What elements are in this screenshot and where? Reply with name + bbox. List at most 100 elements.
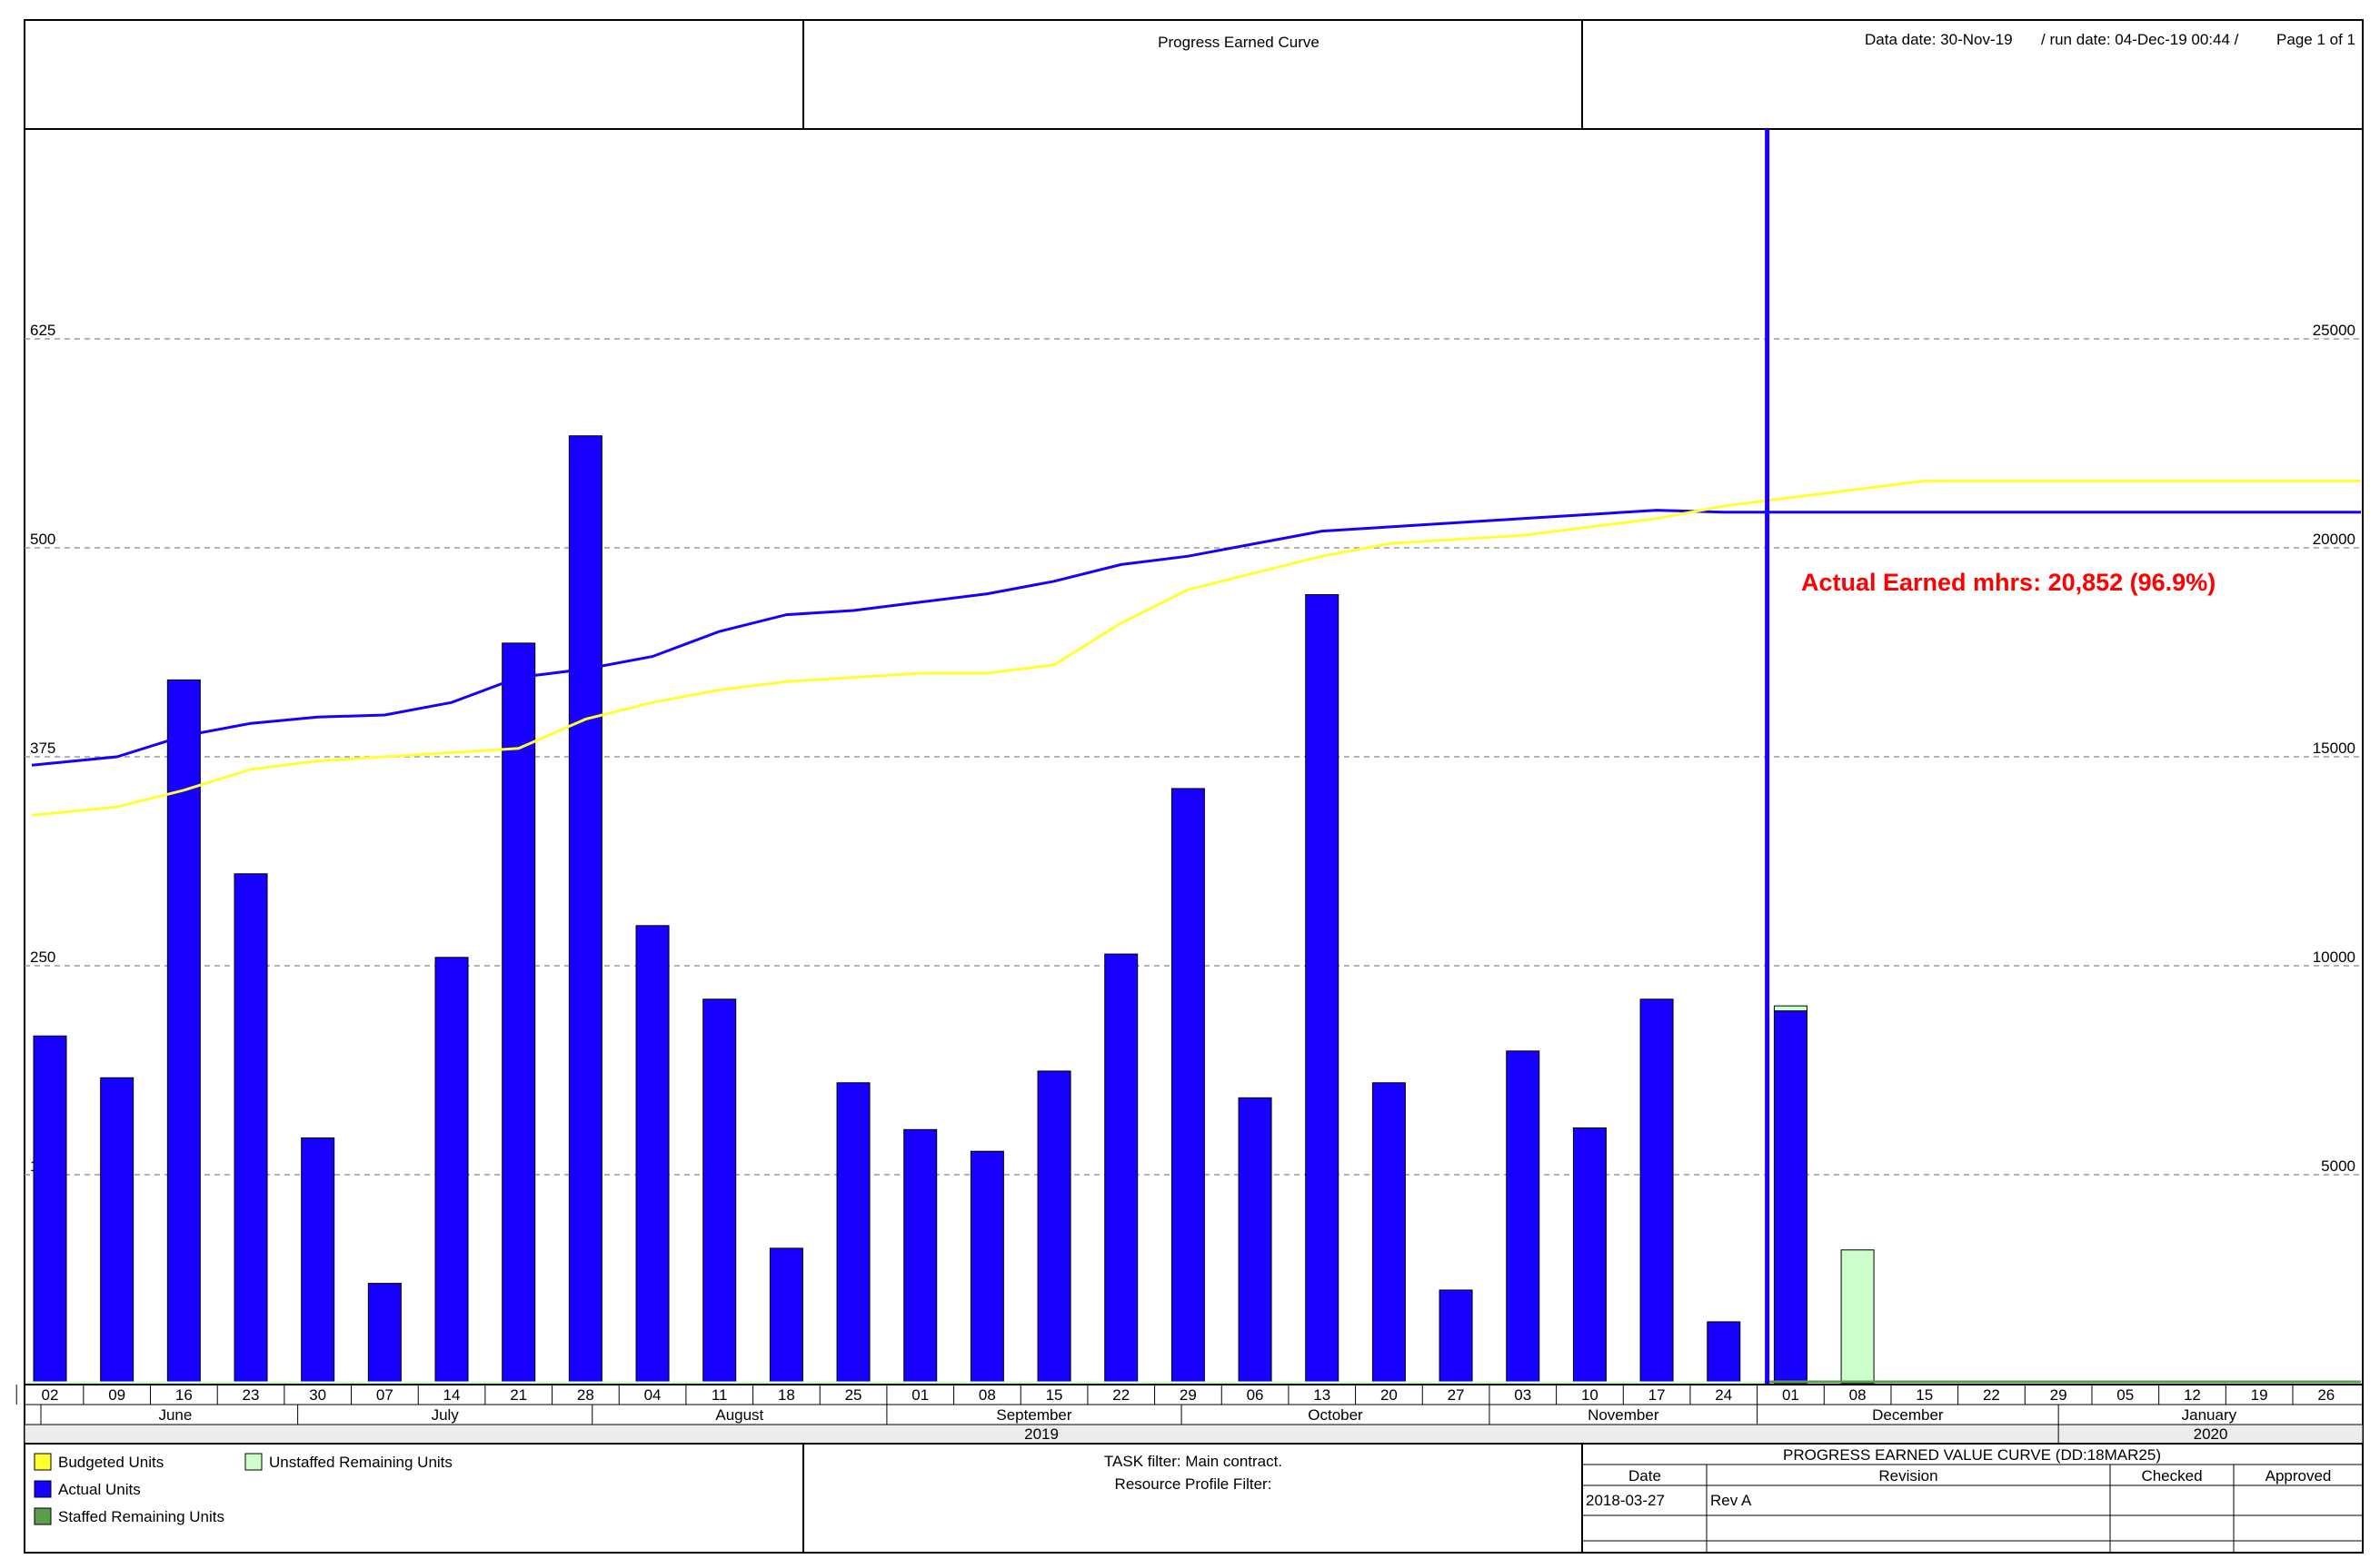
unstaffed-remaining-bar [1773, 1005, 1807, 1012]
week-label: 29 [1180, 1386, 1197, 1404]
header-title: Progress Earned Curve [1158, 34, 1319, 51]
week-label: 19 [2251, 1386, 2268, 1404]
legend-swatch-budgeted [34, 1453, 52, 1471]
actual-units-bar [367, 1283, 402, 1385]
actual-units-bar [33, 1035, 67, 1385]
actual-units-bar [1104, 953, 1139, 1385]
left-tick-label: 500 [30, 531, 55, 548]
actual-units-bar [568, 435, 602, 1385]
col-header-approved: Approved [2265, 1467, 2332, 1485]
progress-earned-curve-sheet: Progress Earned Curve Data date: 30-Nov-… [15, 19, 2364, 1554]
col-header-date: Date [1628, 1467, 1661, 1485]
right-tick-label: 15000 [2313, 740, 2355, 757]
week-label: 16 [175, 1386, 193, 1404]
resource-filter-text: Resource Profile Filter: [1115, 1475, 1272, 1493]
left-tick-label: 375 [30, 740, 55, 757]
week-label: 06 [1247, 1386, 1264, 1404]
week-label: 29 [2050, 1386, 2067, 1404]
week-label: 12 [2184, 1386, 2201, 1404]
actual-units-bar [702, 998, 737, 1385]
month-label: November [1588, 1406, 1659, 1424]
week-label: 10 [1581, 1386, 1598, 1404]
year-row [24, 1424, 2364, 1445]
week-label: 15 [1046, 1386, 1063, 1404]
actual-units-bar [1506, 1050, 1540, 1385]
actual-units-bar [1305, 594, 1339, 1385]
actual-units-bar [1439, 1289, 1473, 1385]
actual-units-bar [234, 873, 268, 1385]
year-label: 2019 [1024, 1425, 1059, 1443]
year-label: 2020 [2194, 1425, 2228, 1443]
actual-earned-annotation: Actual Earned mhrs: 20,852 (96.9%) [1801, 569, 2216, 596]
right-tick-label: 5000 [2321, 1157, 2355, 1175]
header-page-number: Page 1 of 1 [2276, 31, 2355, 48]
week-label: 11 [712, 1386, 728, 1404]
actual-units-bar [1371, 1082, 1406, 1385]
actual-units-bar [1170, 788, 1205, 1385]
row-date: 2018-03-27 [1586, 1492, 1665, 1509]
actual-units-bar [903, 1128, 938, 1385]
actual-units-bar [1639, 998, 1674, 1385]
actual-units-bar [1707, 1321, 1741, 1385]
left-tick-label: 625 [30, 322, 55, 339]
actual-units-bar [769, 1247, 803, 1385]
week-label: 09 [108, 1386, 125, 1404]
week-label: 28 [577, 1386, 594, 1404]
actual-units-bar [1238, 1097, 1272, 1385]
right-tick-label: 10000 [2313, 948, 2355, 966]
actual-units-bar [970, 1150, 1004, 1385]
header-data-date: Data date: 30-Nov-19 [1865, 31, 2013, 48]
week-label: 03 [1514, 1386, 1531, 1404]
week-label: 22 [1112, 1386, 1130, 1404]
col-header-checked: Checked [2141, 1467, 2202, 1485]
week-label: 26 [2317, 1386, 2335, 1404]
week-label: 05 [2116, 1386, 2134, 1404]
unstaffed-remaining-bar [1840, 1249, 1875, 1385]
legend-label-actual: Actual Units [58, 1481, 141, 1498]
week-label: 15 [1916, 1386, 1933, 1404]
timeline-band: 02 09 16 23 30 07 14 21 28 04 11 18 25 01 08 15 22 29 06 13… [15, 1384, 2364, 1445]
right-tick-label: 25000 [2313, 322, 2355, 339]
week-label: 20 [1380, 1386, 1398, 1404]
revision-block-title: PROGRESS EARNED VALUE CURVE (DD:18MAR25) [1783, 1446, 2161, 1464]
actual-units-bar [301, 1137, 335, 1385]
week-label: 25 [845, 1386, 862, 1404]
actual-units-bar [1572, 1127, 1607, 1385]
legend-swatch-unstaffed [244, 1453, 263, 1471]
right-tick-label: 20000 [2313, 531, 2355, 548]
month-label: December [1872, 1406, 1944, 1424]
week-label: 01 [911, 1386, 929, 1404]
week-label: 13 [1313, 1386, 1330, 1404]
week-label: 23 [243, 1386, 260, 1404]
legend-swatch-staffed [34, 1507, 52, 1525]
actual-units-bar [1773, 1010, 1807, 1385]
actual-units-bar [502, 642, 536, 1385]
actual-units-bar [100, 1077, 134, 1385]
legend-label-unstaffed: Unstaffed Remaining Units [269, 1454, 453, 1471]
week-label: 04 [644, 1386, 662, 1404]
remaining-baseline [26, 1380, 2361, 1385]
week-label: 01 [1782, 1386, 1799, 1404]
week-label: 17 [1648, 1386, 1666, 1404]
header-block: Progress Earned Curve Data date: 30-Nov-… [24, 19, 2364, 130]
week-label: 08 [979, 1386, 996, 1404]
actual-units-bar [1037, 1070, 1071, 1385]
week-label: 30 [309, 1386, 326, 1404]
task-filter-text: TASK filter: Main contract. [1104, 1453, 1282, 1470]
actual-units-bar [434, 957, 469, 1385]
week-label: 27 [1448, 1386, 1465, 1404]
actual-units-bar [635, 925, 670, 1385]
footer-block: Budgeted Units Unstaffed Remaining Units… [24, 1443, 2364, 1554]
week-label: 07 [376, 1386, 393, 1404]
week-label: 02 [42, 1386, 59, 1404]
month-label: August [715, 1406, 763, 1424]
row-revision: Rev A [1710, 1492, 1752, 1509]
week-label: 14 [443, 1386, 461, 1404]
week-label: 08 [1849, 1386, 1867, 1404]
col-header-revision: Revision [1878, 1467, 1937, 1485]
left-tick-label: 250 [30, 948, 55, 966]
month-label: January [2182, 1406, 2237, 1424]
month-label: June [158, 1406, 192, 1424]
legend-label-budgeted: Budgeted Units [58, 1454, 164, 1471]
week-label: 22 [1983, 1386, 2000, 1404]
